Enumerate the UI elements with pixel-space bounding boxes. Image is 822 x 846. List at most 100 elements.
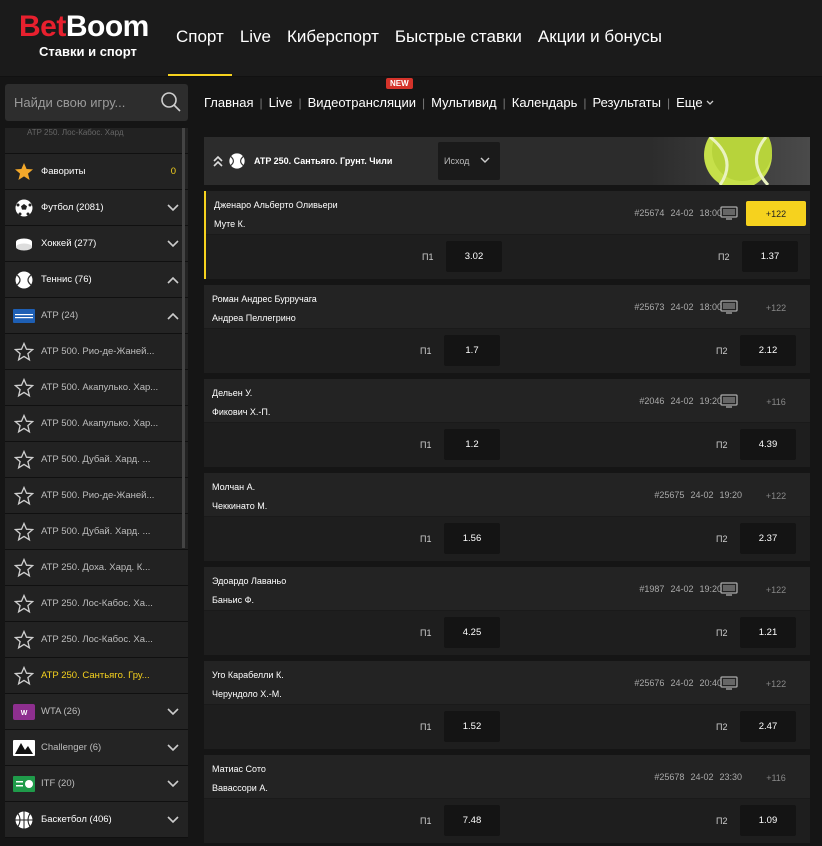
star-outline-icon[interactable]: [13, 449, 35, 471]
more-markets-button[interactable]: +116: [746, 389, 806, 414]
sidebar-league-item[interactable]: ATP 250. Доха. Хард. К...: [5, 550, 188, 586]
odd-button-p1[interactable]: 7.48: [444, 805, 500, 836]
sidebar-item-tennis[interactable]: Теннис (76): [5, 262, 188, 298]
more-markets-button[interactable]: +122: [746, 671, 806, 696]
sidebar-league-item[interactable]: ATP 500. Акапулько. Хар...: [5, 406, 188, 442]
odd-button-p2[interactable]: 2.37: [740, 523, 796, 554]
star-outline-icon[interactable]: [13, 341, 35, 363]
odd-button-p1[interactable]: 1.2: [444, 429, 500, 460]
sidebar-item-challenger[interactable]: Challenger (6): [5, 730, 188, 766]
search-input[interactable]: [14, 92, 154, 112]
event-header[interactable]: Роман Андрес Бурручага Андреа Пеллегрино…: [204, 285, 810, 329]
star-outline-icon[interactable]: [13, 665, 35, 687]
sidebar-league-item[interactable]: ATP 500. Дубай. Хард. ...: [5, 442, 188, 478]
sub-nav-results[interactable]: Результаты: [587, 95, 667, 110]
main-nav-live[interactable]: Live: [232, 0, 279, 76]
event-meta: #25673 24-02 18:00: [634, 302, 722, 312]
sub-nav-calendar[interactable]: Календарь: [506, 95, 584, 110]
sidebar-league-item[interactable]: ATP 250. Лос-Кабос. Ха...: [5, 586, 188, 622]
sidebar-item-atp[interactable]: ATP (24): [5, 298, 188, 334]
event-meta: #1987 24-02 19:20: [639, 584, 722, 594]
sidebar-league-item[interactable]: ATP 500. Акапулько. Хар...: [5, 370, 188, 406]
event-header[interactable]: Уго Карабелли К. Черундоло Х.-М. #25676 2…: [204, 661, 810, 705]
team-away: Фикович Х.-П.: [212, 407, 271, 417]
star-outline-icon[interactable]: [13, 521, 35, 543]
sub-nav-streams[interactable]: Видеотрансляции: [302, 95, 422, 110]
search-box[interactable]: [5, 84, 188, 121]
chevron-down-icon: [480, 157, 490, 163]
star-outline-icon[interactable]: [13, 377, 35, 399]
star-icon: [13, 161, 35, 183]
main-nav-promotions[interactable]: Акции и бонусы: [530, 0, 670, 76]
league-header: ATP 250. Сантьяго. Грунт. Чили Исход: [204, 137, 810, 185]
tv-icon[interactable]: [720, 676, 738, 690]
event-header[interactable]: Молчан А. Чеккинато М. #25675 24-02 19:20 …: [204, 473, 810, 517]
more-markets-button[interactable]: +122: [746, 483, 806, 508]
sidebar-scrollbar[interactable]: [182, 128, 185, 548]
star-outline-icon[interactable]: [13, 629, 35, 651]
star-outline-icon[interactable]: [13, 485, 35, 507]
event-meta: #25678 24-02 23:30: [654, 772, 742, 782]
chevron-up-icon: [167, 312, 179, 320]
event-odds: П1 1.7 П2 2.12: [204, 329, 810, 373]
sidebar-league-item[interactable]: ATP 500. Рио-де-Жаней...: [5, 478, 188, 514]
sub-nav-multiview[interactable]: Мультивид: [425, 95, 503, 110]
star-outline-icon[interactable]: [13, 593, 35, 615]
main-nav-fast-bets[interactable]: Быстрые ставки: [387, 0, 530, 76]
sidebar-item-wta[interactable]: W WTA (26): [5, 694, 188, 730]
collapse-icon[interactable]: [212, 154, 224, 168]
outcome-select[interactable]: Исход: [438, 142, 500, 180]
sidebar-item-favorites[interactable]: Фавориты 0: [5, 154, 188, 190]
more-markets-button[interactable]: +122: [746, 577, 806, 602]
sidebar-league-item[interactable]: ATP 250. Лос-Кабос. Ха...: [5, 622, 188, 658]
odd-button-p2[interactable]: 1.09: [740, 805, 796, 836]
tv-icon[interactable]: [720, 582, 738, 596]
event-header[interactable]: Дельен У. Фикович Х.-П. #2046 24-02 19:20 …: [204, 379, 810, 423]
event-header[interactable]: Дженаро Альберто Оливьери Муте К. #25674…: [206, 191, 810, 235]
team-home: Роман Андрес Бурручага: [212, 294, 317, 304]
odd-button-p1[interactable]: 4.25: [444, 617, 500, 648]
event-header[interactable]: Эдоардо Лаваньо Баньис Ф. #1987 24-02 19:2…: [204, 567, 810, 611]
sidebar-item-football[interactable]: Футбол (2081): [5, 190, 188, 226]
odd-button-p1[interactable]: 1.7: [444, 335, 500, 366]
odd-button-p2[interactable]: 2.47: [740, 711, 796, 742]
sidebar-league-item[interactable]: ATP 500. Рио-де-Жаней...: [5, 334, 188, 370]
sidebar-item-hockey[interactable]: Хоккей (277): [5, 226, 188, 262]
odd-button-p2[interactable]: 1.21: [740, 617, 796, 648]
search-icon[interactable]: [160, 91, 182, 113]
tv-icon[interactable]: [720, 394, 738, 408]
sidebar-league-label: ATP 250. Лос-Кабос. Ха...: [41, 634, 153, 645]
sidebar-item-itf[interactable]: ITF (20): [5, 766, 188, 802]
tv-icon[interactable]: [720, 206, 738, 220]
odd-button-p1[interactable]: 3.02: [446, 241, 502, 272]
more-markets-button[interactable]: +122: [746, 201, 806, 226]
sub-nav-home[interactable]: Главная: [204, 95, 259, 110]
sidebar-league-item[interactable]: ATP 500. Дубай. Хард. ...: [5, 514, 188, 550]
odd-label-p1: П1: [422, 252, 434, 262]
event-card: Матиас Сото Вавассори А. #25678 24-02 23:3…: [204, 755, 810, 843]
main-nav-sport[interactable]: Спорт: [168, 0, 232, 76]
event-id: #25675: [654, 490, 685, 500]
sidebar-league-label: ATP 500. Акапулько. Хар...: [41, 418, 159, 429]
odd-button-p2[interactable]: 1.37: [742, 241, 798, 272]
sub-nav-live[interactable]: Live: [263, 95, 299, 110]
tv-icon[interactable]: [720, 300, 738, 314]
sub-nav-more[interactable]: Еще: [670, 95, 719, 110]
sidebar-item-basketball[interactable]: Баскетбол (406): [5, 802, 188, 838]
sidebar-league-item-active[interactable]: ATP 250. Сантьяго. Гру...: [5, 658, 188, 694]
odd-button-p2[interactable]: 2.12: [740, 335, 796, 366]
star-outline-icon[interactable]: [13, 557, 35, 579]
odd-label-p1: П1: [420, 722, 432, 732]
odd-button-p1[interactable]: 1.52: [444, 711, 500, 742]
sidebar-partial-item[interactable]: ATP 250. Лос-Кабос. Хард: [5, 128, 188, 154]
betboom-logo[interactable]: BetBoom Ставки и спорт: [19, 12, 149, 60]
team-home: Уго Карабелли К.: [212, 670, 284, 680]
event-header[interactable]: Матиас Сото Вавассори А. #25678 24-02 23:3…: [204, 755, 810, 799]
odd-button-p2[interactable]: 4.39: [740, 429, 796, 460]
main-nav-esports[interactable]: Киберспорт: [279, 0, 387, 76]
more-markets-button[interactable]: +122: [746, 295, 806, 320]
star-outline-icon[interactable]: [13, 413, 35, 435]
event-odds: П1 1.52 П2 2.47: [204, 705, 810, 749]
more-markets-button[interactable]: +116: [746, 765, 806, 790]
odd-button-p1[interactable]: 1.56: [444, 523, 500, 554]
